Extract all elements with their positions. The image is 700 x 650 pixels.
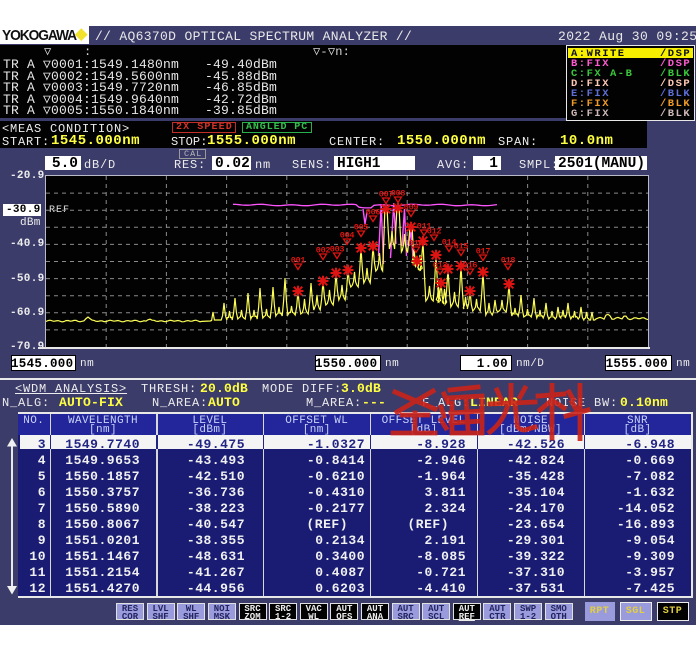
- svg-text:008: 008: [391, 189, 406, 199]
- svg-text:005: 005: [354, 223, 369, 233]
- svg-text:006: 006: [366, 208, 381, 218]
- svg-text:015: 015: [454, 242, 469, 252]
- svg-text:002: 002: [316, 246, 331, 256]
- svg-text:003: 003: [330, 245, 345, 255]
- svg-text:016: 016: [463, 261, 478, 271]
- svg-text:009: 009: [404, 203, 419, 213]
- svg-text:012: 012: [427, 227, 442, 237]
- svg-text:001: 001: [291, 256, 306, 266]
- svg-text:018: 018: [501, 256, 516, 266]
- svg-text:017: 017: [476, 247, 491, 257]
- svg-text:004: 004: [340, 231, 355, 241]
